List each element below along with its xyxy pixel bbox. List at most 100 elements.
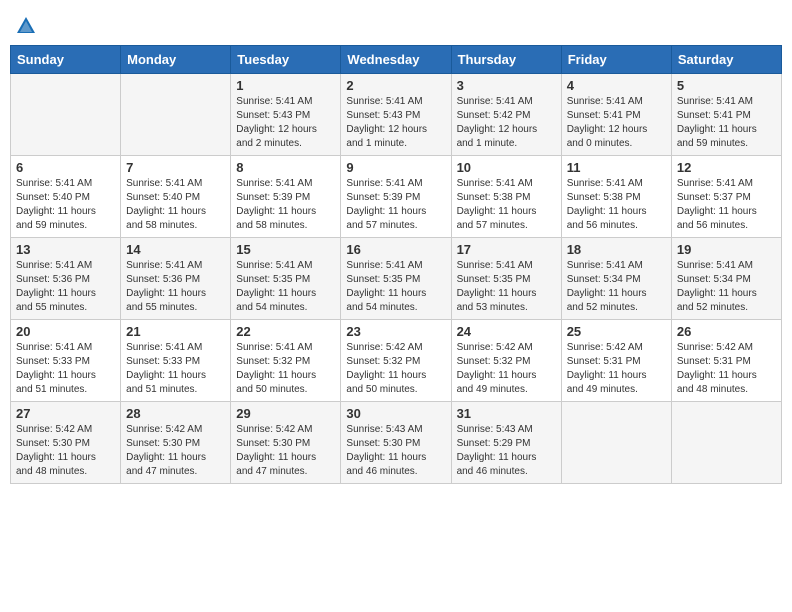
day-number: 9 — [346, 160, 445, 175]
calendar-cell: 19 Sunrise: 5:41 AM Sunset: 5:34 PM Dayli… — [671, 238, 781, 320]
calendar-cell: 12 Sunrise: 5:41 AM Sunset: 5:37 PM Dayli… — [671, 156, 781, 238]
weekday-header-monday: Monday — [121, 46, 231, 74]
page-header — [10, 10, 782, 37]
calendar-cell: 31 Sunrise: 5:43 AM Sunset: 5:29 PM Dayli… — [451, 402, 561, 484]
day-number: 31 — [457, 406, 556, 421]
calendar-cell: 6 Sunrise: 5:41 AM Sunset: 5:40 PM Daylig… — [11, 156, 121, 238]
day-detail: Sunrise: 5:42 AM Sunset: 5:32 PM Dayligh… — [346, 341, 445, 397]
day-detail: Sunrise: 5:41 AM Sunset: 5:33 PM Dayligh… — [126, 341, 225, 397]
day-detail: Sunrise: 5:41 AM Sunset: 5:43 PM Dayligh… — [236, 95, 335, 151]
day-number: 18 — [567, 242, 666, 257]
logo-icon — [15, 15, 37, 37]
calendar-cell: 29Sunrise: 5:42 AM Sunset: 5:30 PM Dayli… — [231, 402, 341, 484]
calendar-cell: 18 Sunrise: 5:41 AM Sunset: 5:34 PM Dayli… — [561, 238, 671, 320]
day-detail: Sunrise: 5:41 AM Sunset: 5:34 PM Dayligh… — [567, 259, 666, 315]
day-detail: Sunrise: 5:41 AM Sunset: 5:35 PM Dayligh… — [457, 259, 556, 315]
day-number: 22 — [236, 324, 335, 339]
day-number: 14 — [126, 242, 225, 257]
day-detail: Sunrise: 5:41 AM Sunset: 5:34 PM Dayligh… — [677, 259, 776, 315]
calendar-header-row: SundayMondayTuesdayWednesdayThursdayFrid… — [11, 46, 782, 74]
calendar-week-row: 13 Sunrise: 5:41 AM Sunset: 5:36 PM Dayli… — [11, 238, 782, 320]
day-number: 5 — [677, 78, 776, 93]
day-number: 21 — [126, 324, 225, 339]
day-number: 23 — [346, 324, 445, 339]
day-number: 10 — [457, 160, 556, 175]
day-detail: Sunrise: 5:41 AM Sunset: 5:41 PM Dayligh… — [677, 95, 776, 151]
day-detail: Sunrise: 5:41 AM Sunset: 5:38 PM Dayligh… — [567, 177, 666, 233]
day-number: 16 — [346, 242, 445, 257]
calendar-table: SundayMondayTuesdayWednesdayThursdayFrid… — [10, 45, 782, 484]
day-number: 24 — [457, 324, 556, 339]
day-detail: Sunrise: 5:41 AM Sunset: 5:36 PM Dayligh… — [16, 259, 115, 315]
calendar-cell — [121, 74, 231, 156]
calendar-cell: 14 Sunrise: 5:41 AM Sunset: 5:36 PM Dayli… — [121, 238, 231, 320]
calendar-week-row: 1 Sunrise: 5:41 AM Sunset: 5:43 PM Daylig… — [11, 74, 782, 156]
day-detail: Sunrise: 5:42 AM Sunset: 5:30 PM Dayligh… — [16, 423, 115, 479]
calendar-cell: 1 Sunrise: 5:41 AM Sunset: 5:43 PM Daylig… — [231, 74, 341, 156]
calendar-cell: 27 Sunrise: 5:42 AM Sunset: 5:30 PM Dayli… — [11, 402, 121, 484]
day-detail: Sunrise: 5:41 AM Sunset: 5:39 PM Dayligh… — [236, 177, 335, 233]
day-detail: Sunrise: 5:42 AM Sunset: 5:31 PM Dayligh… — [567, 341, 666, 397]
day-detail: Sunrise: 5:42 AM Sunset: 5:32 PM Dayligh… — [457, 341, 556, 397]
day-detail: Sunrise: 5:41 AM Sunset: 5:42 PM Dayligh… — [457, 95, 556, 151]
calendar-cell: 7Sunrise: 5:41 AM Sunset: 5:40 PM Daylig… — [121, 156, 231, 238]
calendar-cell: 16 Sunrise: 5:41 AM Sunset: 5:35 PM Dayli… — [341, 238, 451, 320]
day-detail: Sunrise: 5:42 AM Sunset: 5:30 PM Dayligh… — [126, 423, 225, 479]
day-detail: Sunrise: 5:41 AM Sunset: 5:35 PM Dayligh… — [346, 259, 445, 315]
calendar-cell: 3 Sunrise: 5:41 AM Sunset: 5:42 PM Daylig… — [451, 74, 561, 156]
weekday-header-wednesday: Wednesday — [341, 46, 451, 74]
calendar-cell: 13 Sunrise: 5:41 AM Sunset: 5:36 PM Dayli… — [11, 238, 121, 320]
day-number: 2 — [346, 78, 445, 93]
calendar-cell — [561, 402, 671, 484]
day-number: 26 — [677, 324, 776, 339]
day-number: 20 — [16, 324, 115, 339]
day-detail: Sunrise: 5:41 AM Sunset: 5:38 PM Dayligh… — [457, 177, 556, 233]
weekday-header-saturday: Saturday — [671, 46, 781, 74]
weekday-header-tuesday: Tuesday — [231, 46, 341, 74]
day-number: 12 — [677, 160, 776, 175]
calendar-cell: 11 Sunrise: 5:41 AM Sunset: 5:38 PM Dayli… — [561, 156, 671, 238]
calendar-cell: 21 Sunrise: 5:41 AM Sunset: 5:33 PM Dayli… — [121, 320, 231, 402]
weekday-header-sunday: Sunday — [11, 46, 121, 74]
day-number: 29 — [236, 406, 335, 421]
day-detail: Sunrise: 5:41 AM Sunset: 5:43 PM Dayligh… — [346, 95, 445, 151]
calendar-cell: 30 Sunrise: 5:43 AM Sunset: 5:30 PM Dayli… — [341, 402, 451, 484]
day-number: 17 — [457, 242, 556, 257]
day-detail: Sunrise: 5:42 AM Sunset: 5:31 PM Dayligh… — [677, 341, 776, 397]
calendar-week-row: 20 Sunrise: 5:41 AM Sunset: 5:33 PM Dayli… — [11, 320, 782, 402]
calendar-cell: 10 Sunrise: 5:41 AM Sunset: 5:38 PM Dayli… — [451, 156, 561, 238]
day-detail: Sunrise: 5:41 AM Sunset: 5:37 PM Dayligh… — [677, 177, 776, 233]
calendar-cell: 22Sunrise: 5:41 AM Sunset: 5:32 PM Dayli… — [231, 320, 341, 402]
day-detail: Sunrise: 5:41 AM Sunset: 5:36 PM Dayligh… — [126, 259, 225, 315]
calendar-cell: 23 Sunrise: 5:42 AM Sunset: 5:32 PM Dayli… — [341, 320, 451, 402]
calendar-week-row: 6 Sunrise: 5:41 AM Sunset: 5:40 PM Daylig… — [11, 156, 782, 238]
day-detail: Sunrise: 5:41 AM Sunset: 5:33 PM Dayligh… — [16, 341, 115, 397]
day-number: 7 — [126, 160, 225, 175]
calendar-week-row: 27 Sunrise: 5:42 AM Sunset: 5:30 PM Dayli… — [11, 402, 782, 484]
calendar-cell: 5 Sunrise: 5:41 AM Sunset: 5:41 PM Daylig… — [671, 74, 781, 156]
calendar-cell — [671, 402, 781, 484]
calendar-cell: 9Sunrise: 5:41 AM Sunset: 5:39 PM Daylig… — [341, 156, 451, 238]
calendar-cell: 26 Sunrise: 5:42 AM Sunset: 5:31 PM Dayli… — [671, 320, 781, 402]
calendar-cell: 8 Sunrise: 5:41 AM Sunset: 5:39 PM Daylig… — [231, 156, 341, 238]
day-detail: Sunrise: 5:43 AM Sunset: 5:30 PM Dayligh… — [346, 423, 445, 479]
day-number: 11 — [567, 160, 666, 175]
day-number: 3 — [457, 78, 556, 93]
day-number: 6 — [16, 160, 115, 175]
day-number: 13 — [16, 242, 115, 257]
day-number: 1 — [236, 78, 335, 93]
day-detail: Sunrise: 5:41 AM Sunset: 5:41 PM Dayligh… — [567, 95, 666, 151]
day-number: 8 — [236, 160, 335, 175]
day-detail: Sunrise: 5:43 AM Sunset: 5:29 PM Dayligh… — [457, 423, 556, 479]
calendar-cell: 2 Sunrise: 5:41 AM Sunset: 5:43 PM Daylig… — [341, 74, 451, 156]
calendar-cell: 25 Sunrise: 5:42 AM Sunset: 5:31 PM Dayli… — [561, 320, 671, 402]
day-number: 25 — [567, 324, 666, 339]
day-number: 19 — [677, 242, 776, 257]
day-number: 27 — [16, 406, 115, 421]
day-number: 30 — [346, 406, 445, 421]
calendar-cell: 24 Sunrise: 5:42 AM Sunset: 5:32 PM Dayli… — [451, 320, 561, 402]
calendar-cell — [11, 74, 121, 156]
day-number: 4 — [567, 78, 666, 93]
day-detail: Sunrise: 5:41 AM Sunset: 5:40 PM Dayligh… — [16, 177, 115, 233]
weekday-header-thursday: Thursday — [451, 46, 561, 74]
